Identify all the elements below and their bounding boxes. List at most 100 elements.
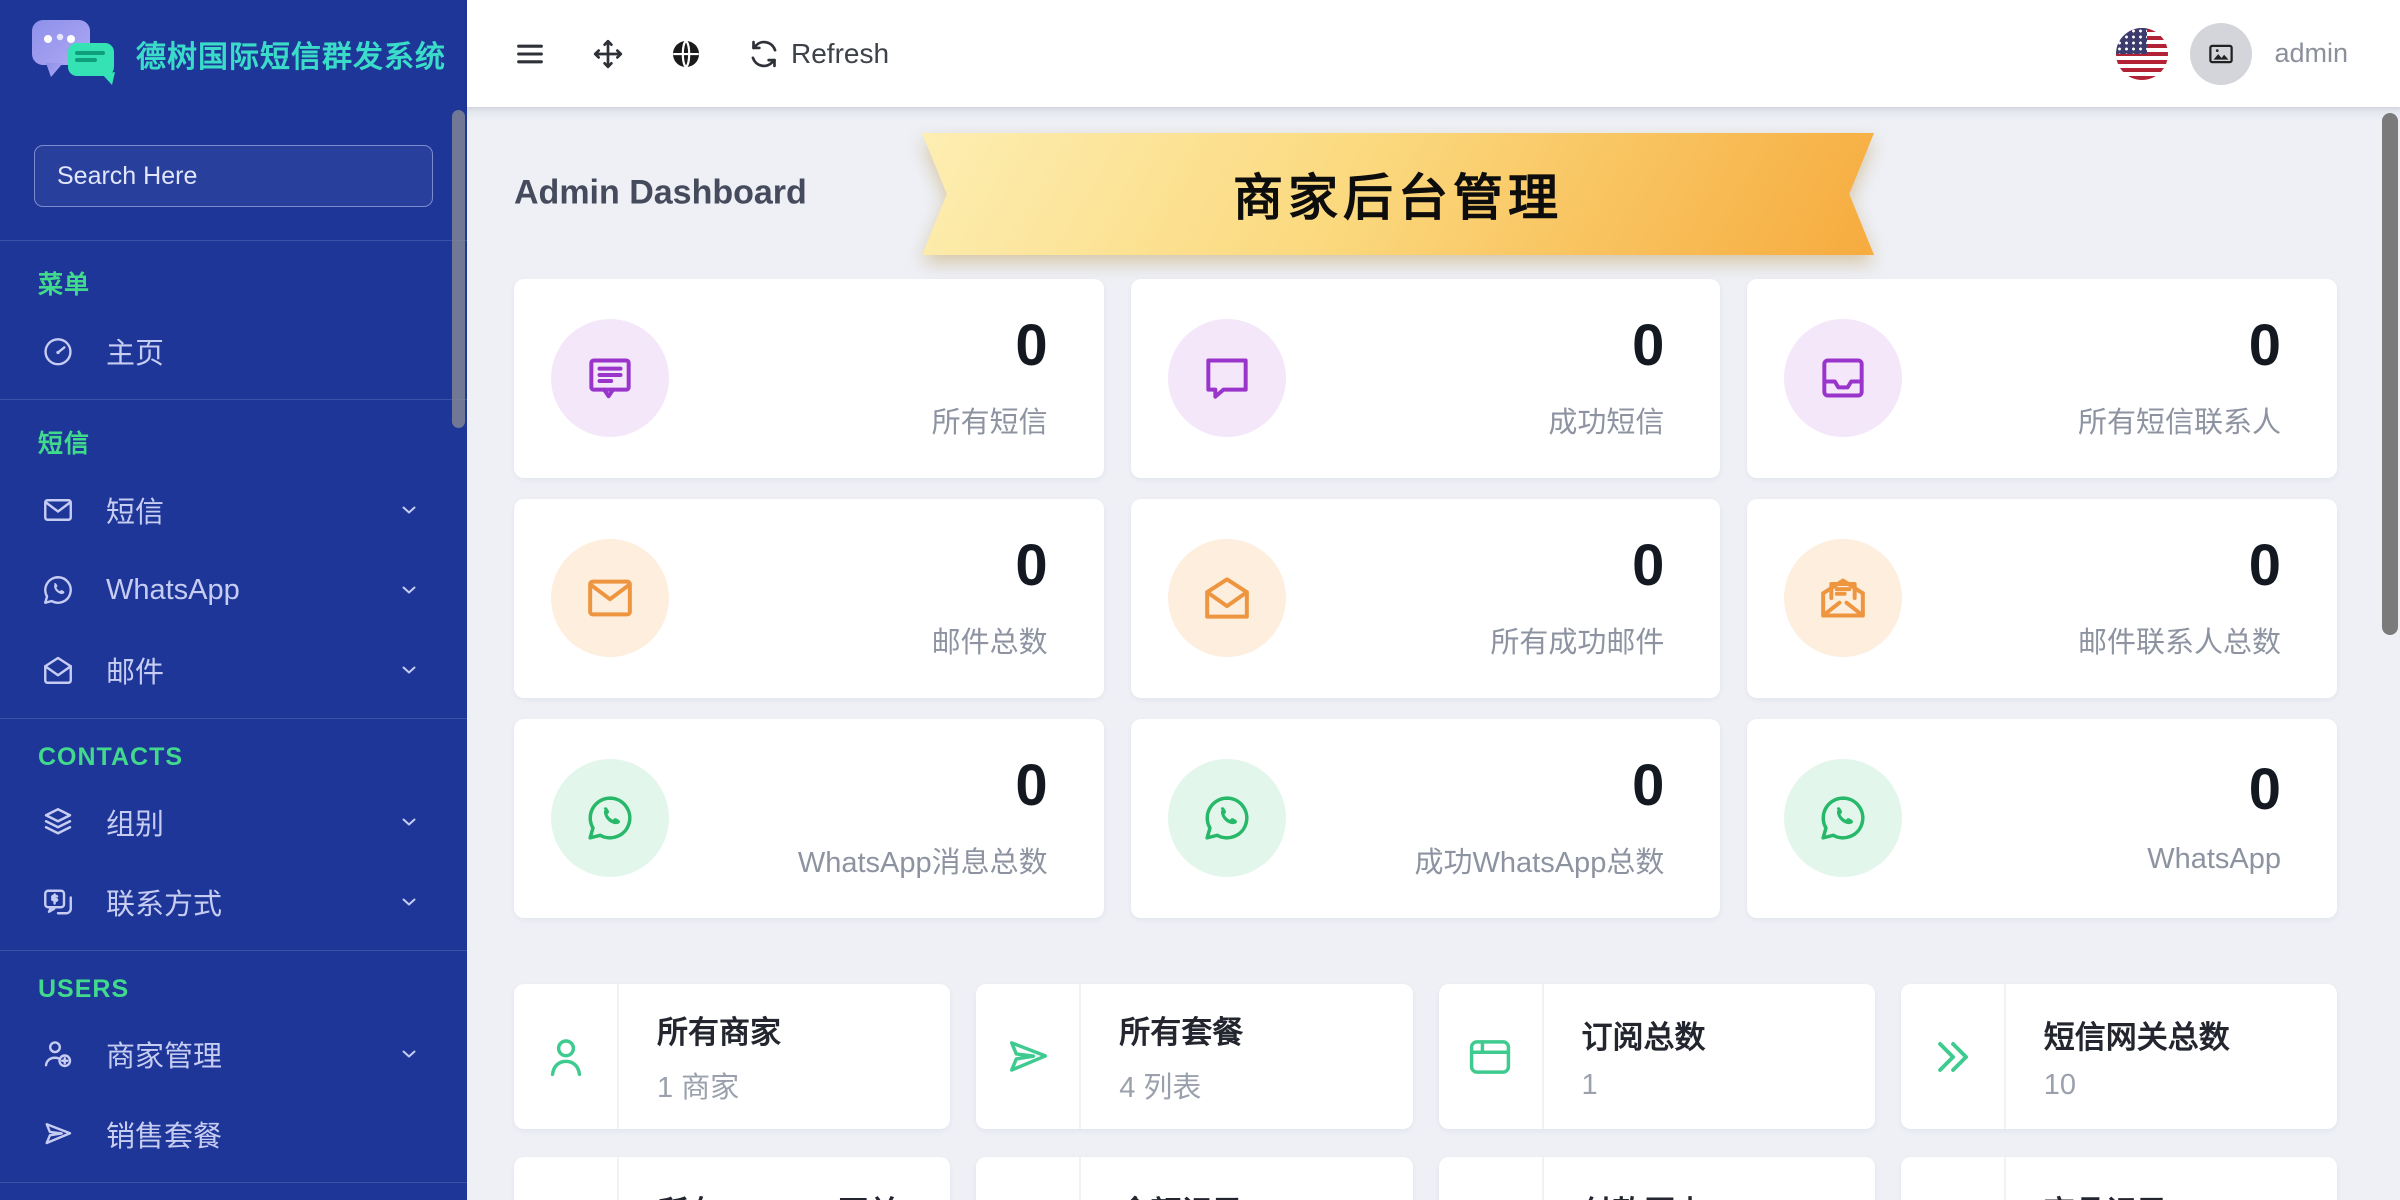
hamburger-menu-button[interactable] bbox=[513, 37, 547, 71]
partial-row: 所有Android网关 余额记录 付款历史 商品记录 bbox=[514, 1157, 2337, 1200]
summary-subtitle: 1 商家 bbox=[657, 1064, 781, 1106]
summary-grid: 所有商家 1 商家 所有套餐 4 列表 订阅总数 1 短信 bbox=[514, 984, 2337, 1129]
sidebar-item-merchant-management[interactable]: 商家管理 bbox=[0, 1014, 467, 1094]
card-payment-history: 付款历史 bbox=[1439, 1157, 1875, 1200]
chevron-down-icon bbox=[397, 498, 421, 522]
stat-card-all-sms: 0 所有短信 bbox=[514, 279, 1104, 478]
whatsapp-icon bbox=[1815, 790, 1871, 846]
chevron-down-icon bbox=[397, 578, 421, 602]
envelope-icon bbox=[40, 492, 76, 528]
message-icon bbox=[1199, 350, 1255, 406]
stat-card-whatsapp-total: 0 WhatsApp消息总数 bbox=[514, 719, 1104, 918]
user-name[interactable]: admin bbox=[2274, 38, 2348, 69]
hamburger-icon bbox=[513, 37, 547, 71]
stat-card-success-emails: 0 所有成功邮件 bbox=[1131, 499, 1721, 698]
card-all-android-gateways: 所有Android网关 bbox=[514, 1157, 950, 1200]
sidebar-item-label: 商家管理 bbox=[106, 1033, 222, 1075]
summary-subtitle: 1 bbox=[1582, 1069, 1706, 1102]
stat-value: 0 bbox=[1015, 537, 1047, 595]
language-globe-button[interactable] bbox=[669, 37, 703, 71]
summary-title: 所有套餐 bbox=[1119, 1007, 1243, 1052]
stat-label: 所有成功邮件 bbox=[1490, 619, 1664, 661]
sidebar-item-label: 邮件 bbox=[106, 649, 164, 691]
topbar: Refresh admin bbox=[467, 0, 2400, 107]
sidebar-item-home[interactable]: 主页 bbox=[0, 311, 467, 391]
sidebar-item-label: 联系方式 bbox=[106, 881, 222, 923]
stat-label: 所有短信联系人 bbox=[2078, 399, 2281, 441]
stat-card-all-sms-contacts: 0 所有短信联系人 bbox=[1747, 279, 2337, 478]
stat-card-whatsapp-success: 0 成功WhatsApp总数 bbox=[1131, 719, 1721, 918]
card-balance-records: 余额记录 bbox=[976, 1157, 1412, 1200]
summary-card-total-sms-gateways: 短信网关总数 10 bbox=[1901, 984, 2337, 1129]
whatsapp-icon bbox=[40, 572, 76, 608]
sidebar-item-contact-methods[interactable]: 联系方式 bbox=[0, 862, 467, 942]
section-label-sms: 短信 bbox=[38, 424, 467, 460]
stat-card-whatsapp: 0 WhatsApp bbox=[1747, 719, 2337, 918]
sidebar-item-whatsapp[interactable]: WhatsApp bbox=[0, 550, 467, 630]
paper-plane-icon bbox=[1002, 1031, 1054, 1083]
card-title: 商品记录 bbox=[2006, 1157, 2168, 1200]
sidebar-item-sms[interactable]: 短信 bbox=[0, 470, 467, 550]
us-flag-icon[interactable] bbox=[2116, 28, 2168, 80]
page-title: Admin Dashboard bbox=[514, 174, 807, 213]
stat-card-total-emails: 0 邮件总数 bbox=[514, 499, 1104, 698]
summary-title: 订阅总数 bbox=[1582, 1012, 1706, 1057]
chevron-down-icon bbox=[397, 1042, 421, 1066]
section-label-contacts: CONTACTS bbox=[38, 743, 467, 772]
stat-value: 0 bbox=[1632, 757, 1664, 815]
app-title: 德树国际短信群发系统 bbox=[136, 32, 446, 76]
stat-value: 0 bbox=[2249, 761, 2281, 819]
summary-title: 所有商家 bbox=[657, 1007, 781, 1052]
stat-label: 邮件联系人总数 bbox=[2078, 619, 2281, 661]
search-input[interactable] bbox=[34, 145, 433, 207]
credit-card-icon bbox=[1464, 1031, 1516, 1083]
avatar[interactable] bbox=[2190, 23, 2252, 85]
page-scrollbar[interactable] bbox=[2382, 113, 2398, 635]
stat-value: 0 bbox=[2249, 537, 2281, 595]
summary-card-all-merchants: 所有商家 1 商家 bbox=[514, 984, 950, 1129]
sidebar-item-email[interactable]: 邮件 bbox=[0, 630, 467, 710]
card-title: 所有Android网关 bbox=[619, 1157, 900, 1200]
chat-bubbles-icon bbox=[26, 16, 122, 92]
stats-grid: 0 所有短信 0 成功短信 0 所有短信联系人 0 bbox=[514, 279, 2337, 918]
contact-chat-icon bbox=[40, 884, 76, 920]
stat-label: WhatsApp bbox=[2147, 843, 2281, 876]
sidebar-item-label: 组别 bbox=[106, 801, 164, 843]
mail-letter-icon bbox=[1815, 570, 1871, 626]
stat-label: WhatsApp消息总数 bbox=[798, 839, 1048, 881]
section-label-users: USERS bbox=[38, 975, 467, 1004]
sidebar-nav: 菜单 主页 短信 短信 Whats bbox=[0, 240, 467, 1200]
main-content: Admin Dashboard 商家后台管理 0 所有短信 0 成功短信 bbox=[467, 107, 2400, 1200]
summary-card-all-packages: 所有套餐 4 列表 bbox=[976, 984, 1412, 1129]
message-lines-icon bbox=[582, 350, 638, 406]
refresh-button[interactable]: Refresh bbox=[747, 37, 889, 71]
person-icon bbox=[540, 1031, 592, 1083]
banner-text: 商家后台管理 bbox=[1233, 158, 1563, 230]
refresh-label: Refresh bbox=[791, 38, 889, 70]
sidebar-item-label: WhatsApp bbox=[106, 574, 240, 607]
move-button[interactable] bbox=[591, 37, 625, 71]
double-chevron-icon bbox=[1926, 1031, 1978, 1083]
stat-value: 0 bbox=[1632, 317, 1664, 375]
stat-label: 所有短信 bbox=[932, 399, 1048, 441]
stat-value: 0 bbox=[1015, 317, 1047, 375]
stat-value: 0 bbox=[1632, 537, 1664, 595]
chevron-down-icon bbox=[397, 810, 421, 834]
summary-subtitle: 4 列表 bbox=[1119, 1064, 1243, 1106]
sidebar-item-sales-packages[interactable]: 销售套餐 bbox=[0, 1094, 467, 1174]
app-logo[interactable]: 德树国际短信群发系统 bbox=[0, 0, 467, 107]
chevron-down-icon bbox=[397, 658, 421, 682]
card-title: 付款历史 bbox=[1544, 1157, 1706, 1200]
globe-icon bbox=[669, 37, 703, 71]
summary-title: 短信网关总数 bbox=[2044, 1012, 2230, 1057]
sidebar-item-label: 短信 bbox=[106, 489, 164, 531]
section-label-menu: 菜单 bbox=[38, 265, 467, 301]
dashboard-icon bbox=[40, 333, 76, 369]
summary-subtitle: 10 bbox=[2044, 1069, 2230, 1102]
move-icon bbox=[591, 37, 625, 71]
card-product-records: 商品记录 bbox=[1901, 1157, 2337, 1200]
whatsapp-icon bbox=[582, 790, 638, 846]
layers-icon bbox=[40, 804, 76, 840]
sidebar-scrollbar[interactable] bbox=[452, 110, 465, 428]
sidebar-item-groups[interactable]: 组别 bbox=[0, 782, 467, 862]
